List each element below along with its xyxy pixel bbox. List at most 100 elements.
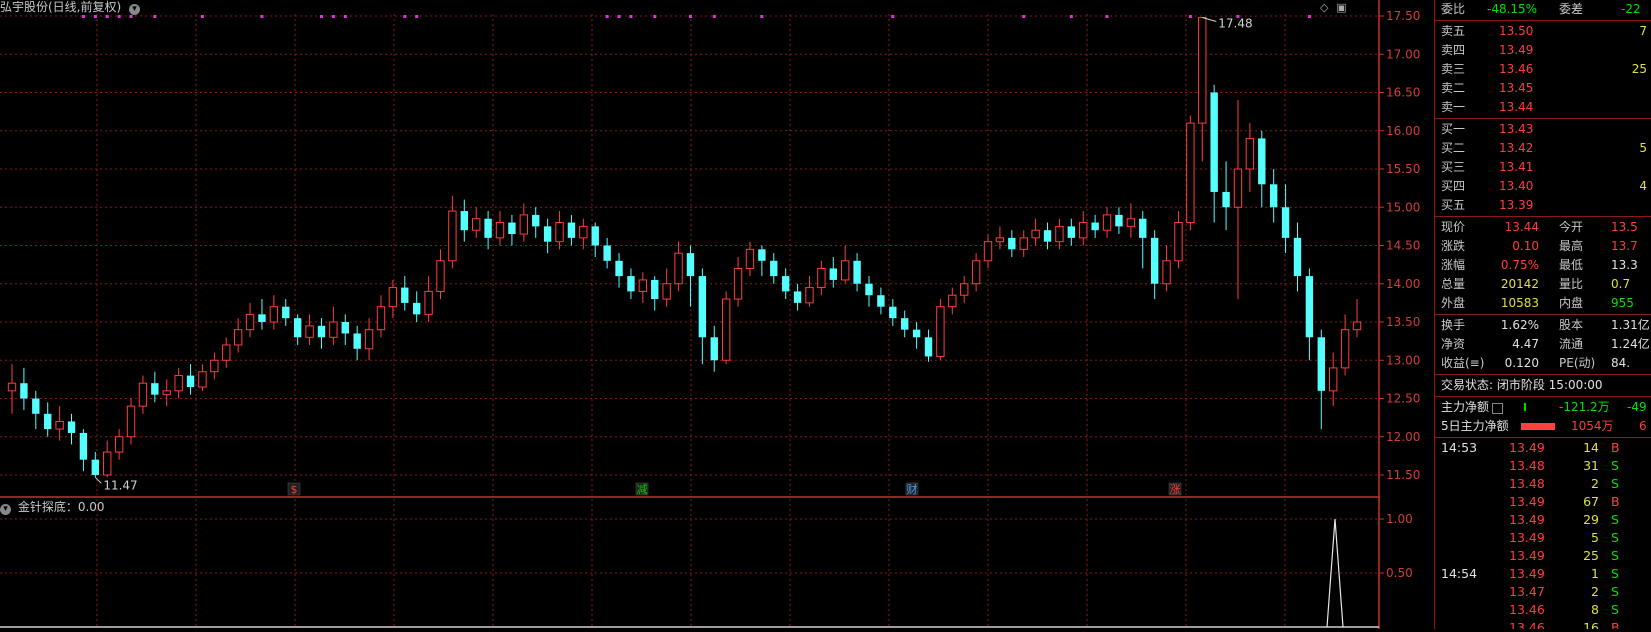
signal-dot [105, 15, 109, 18]
signal-dot [331, 15, 335, 18]
tick-price: 13.49 [1509, 530, 1545, 545]
main-flow-5d-row: 5日主力净额 1054万 6 [1435, 417, 1651, 436]
chevron-down-icon[interactable]: ▾ [0, 504, 11, 515]
tick-side: S [1611, 512, 1619, 527]
y-tick-label: 16.00 [1386, 124, 1420, 138]
signal-dot [81, 15, 85, 18]
quote-label: 外盘 [1441, 296, 1466, 310]
candle-body [55, 420, 64, 430]
candle-body [1340, 329, 1350, 369]
tick-time: 14:53 [1441, 440, 1478, 455]
candle-body [282, 306, 290, 319]
candle-body [245, 313, 255, 331]
quote-list: 现价 13.44 今开 13.5 涨跌 0.10 最高 13.7 涨幅 0.75% 最低 13.3 总量… [1435, 218, 1651, 313]
y-tick-label: 12.00 [1386, 430, 1420, 444]
candle-body [269, 306, 279, 323]
signal-dot [1307, 15, 1311, 18]
tick-row: 13.49 5 S [1435, 529, 1651, 547]
y-tick-label: 13.00 [1386, 353, 1420, 367]
candle-body [686, 253, 695, 277]
ask-volume: 25 [1631, 62, 1647, 76]
candle-body [32, 398, 40, 414]
ask-label: 卖四 [1441, 43, 1466, 57]
bid-list: 买一 13.43 买二 13.42 5 买三 13.41 买四 13.40 4 买五 13.39 [1435, 120, 1651, 215]
stat-label: PE(动) [1559, 356, 1596, 370]
candle-body [1222, 191, 1230, 208]
candle-body [186, 375, 195, 388]
candle-body [91, 459, 100, 475]
main-flow-5d-value: 1054万 [1571, 419, 1614, 433]
stats-list: 换手 1.62% 股本 1.31亿 净资 4.47 流通 1.24亿 收益(≡) 0.120 PE(… [1435, 316, 1651, 373]
stat-label: 流通 [1559, 337, 1584, 351]
diamond-icon[interactable]: ◇ [1320, 1, 1328, 14]
candle-body [1043, 230, 1052, 242]
y-tick-label: 15.50 [1386, 162, 1420, 176]
bid-price: 13.41 [1499, 160, 1534, 174]
stat-value: 84. [1611, 356, 1631, 370]
candle-body [638, 279, 648, 292]
kline-chart[interactable]: 17.50 17.00 16.50 16.00 15.50 15.00 14.50 14.00… [0, 0, 1434, 629]
quote-row: 涨幅 0.75% 最低 13.3 [1435, 256, 1651, 275]
candle-body [162, 390, 171, 396]
tick-row: 14:54 13.49 1 S [1435, 565, 1651, 583]
ask-price: 13.49 [1499, 43, 1534, 57]
tick-volume: 1 [1591, 566, 1599, 581]
candle-body [555, 222, 564, 243]
candle-body [67, 421, 76, 433]
candle-body [472, 218, 481, 231]
main-flow-value: -121.2万 [1559, 400, 1610, 414]
candle-body [1139, 218, 1147, 238]
tick-time: 14:54 [1441, 566, 1478, 581]
tick-volume: 2 [1591, 584, 1599, 599]
sub-y-tick-label: 0.50 [1386, 566, 1413, 580]
candle-body [341, 322, 349, 334]
ask-price: 13.46 [1499, 62, 1534, 76]
bid-row: 买四 13.40 4 [1435, 177, 1651, 196]
candle-body [1269, 184, 1278, 208]
candle-body [733, 267, 743, 300]
tick-side: S [1611, 476, 1619, 491]
main-flow-label: 主力净额 [1441, 400, 1490, 414]
chevron-down-icon[interactable]: ▾ [129, 4, 141, 15]
quote-label: 内盘 [1559, 296, 1584, 310]
ask-price: 13.50 [1499, 24, 1534, 38]
ask-row: 卖三 13.46 25 [1435, 60, 1651, 79]
candle-body [258, 314, 266, 322]
candle-body [745, 248, 755, 269]
candle-body [960, 283, 969, 296]
bid-label: 买三 [1441, 160, 1466, 174]
tick-price: 13.46 [1509, 602, 1545, 617]
stat-label: 股本 [1559, 318, 1584, 332]
y-tick-label: 11.50 [1386, 468, 1420, 482]
list-icon[interactable] [1492, 403, 1503, 414]
signal-dot [629, 15, 633, 18]
signal-dot [891, 15, 895, 18]
signal-dot [653, 15, 657, 18]
quote-label: 最低 [1559, 258, 1584, 272]
candle-body [424, 290, 433, 315]
candle-body [20, 383, 28, 399]
candle-body [1067, 226, 1076, 238]
ask-row: 卖五 13.50 7 [1435, 22, 1651, 41]
candle-body [1031, 229, 1040, 239]
quote-label: 最高 [1559, 239, 1584, 253]
window-icon[interactable]: ▣ [1336, 1, 1346, 14]
quote-label: 涨幅 [1441, 258, 1466, 272]
y-tick-label: 12.50 [1386, 392, 1420, 406]
candle-body [353, 333, 361, 349]
bid-row: 买三 13.41 [1435, 158, 1651, 177]
tick-list[interactable]: 14:53 13.49 14 B 13.48 31 S 13.48 2 S 13.49 67 B 13.4… [1435, 439, 1651, 629]
committee-diff-value: -22 [1621, 2, 1641, 16]
kline-chart-area[interactable]: 17.50 17.00 16.50 16.00 15.50 15.00 14.50 14.00… [0, 0, 1434, 629]
tick-volume: 29 [1583, 512, 1599, 527]
quote-label: 总量 [1441, 277, 1466, 291]
y-tick-label: 14.50 [1386, 239, 1420, 253]
candle-body [698, 276, 707, 338]
candle-body [317, 325, 326, 338]
signal-dot [403, 15, 407, 18]
candle-body [983, 241, 993, 262]
chart-title-bar: 弘宇股份(日线,前复权) ▾ [0, 0, 141, 15]
candle-body [567, 222, 576, 238]
candle-body [889, 306, 897, 319]
candle-body [508, 222, 516, 235]
